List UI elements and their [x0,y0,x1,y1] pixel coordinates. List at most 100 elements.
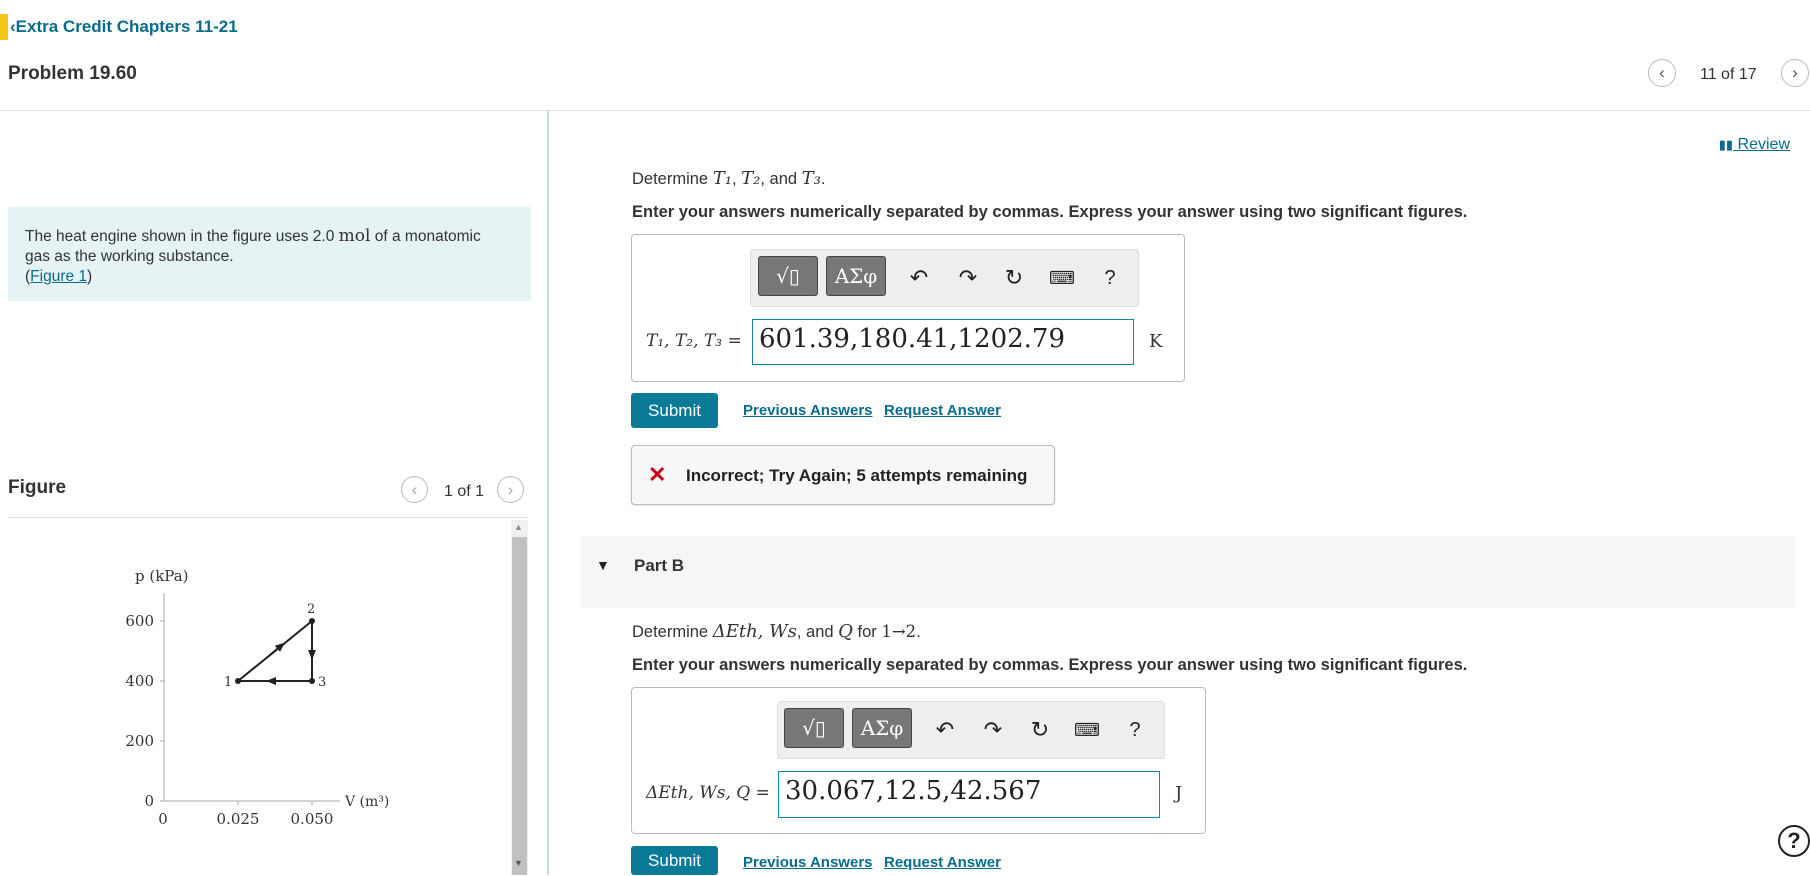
question-and: , and [760,170,802,188]
question-var-t1: T₁ [712,168,732,189]
question-end: . [916,623,921,641]
greek-label: ΑΣφ [834,264,878,288]
next-problem-button[interactable]: › [1781,59,1809,87]
top-header [0,0,1810,111]
templates-icon: √▯ [802,716,826,740]
part-b-title: Part B [634,556,685,575]
undo-icon[interactable]: ↶ [932,717,958,743]
part-a-feedback-text: Incorrect; Try Again; 5 attempts remaini… [686,466,1028,485]
part-a-instructions: Enter your answers numerically separated… [632,203,1468,221]
help-chat-icon[interactable]: ? [1778,825,1810,857]
problem-pager: 11 of 17 [1700,66,1757,83]
question-and: , and [796,623,839,641]
part-b-unit: J [1175,783,1183,804]
arrow-1-2 [269,642,286,656]
keyboard-icon[interactable]: ⌨ [1048,265,1076,291]
point-label-2: 2 [307,602,315,617]
info-unit: mol [338,226,371,246]
info-line-1: The heat engine shown in the figure uses… [25,228,339,245]
back-link-label: Extra Credit Chapters 11-21 [15,17,238,36]
greek-label: ΑΣφ [860,716,904,740]
pane-divider[interactable] [547,110,549,875]
question-var-t2: T₂ [741,168,761,189]
help-icon[interactable]: ? [1098,265,1122,291]
question-process: 1→2 [881,622,917,641]
templates-button[interactable]: √▯ [758,256,818,296]
help-icon[interactable]: ? [1123,717,1147,743]
point-label-3: 3 [318,675,326,690]
question-end: . [820,170,826,188]
next-figure-button[interactable]: › [497,476,524,503]
x-tick-label: 0.025 [217,810,260,828]
part-a-unit: K [1149,331,1163,352]
redo-icon[interactable]: ↷ [955,265,981,291]
greek-symbols-button[interactable]: ΑΣφ [826,256,886,296]
chevron-left-icon: ‹ [411,479,418,499]
review-label: Review [1737,136,1790,153]
part-a-previous-answers-link[interactable]: Previous Answers [743,402,873,419]
part-b-request-answer-link[interactable]: Request Answer [884,854,1001,871]
undo-icon[interactable]: ↶ [906,265,932,291]
question-sep: , [731,170,742,188]
y-tick-label: 0 [144,792,154,810]
templates-button[interactable]: √▯ [784,708,844,748]
question-var-q: Q [838,621,853,642]
accent-bar [0,14,8,40]
incorrect-x-icon: ✕ [648,462,667,487]
state-point-3 [309,678,315,684]
part-b-answer-input[interactable]: 30.067,12.5,42.567 [778,771,1160,818]
question-var-t3: T₃ [801,168,821,189]
part-a-answer-input[interactable]: 601.39,180.41,1202.79 [752,319,1134,365]
figure-label: Figure [8,477,67,498]
part-b-variable-label: ΔEth, Ws, Q = [646,783,770,803]
info-line-2: gas as the working substance. [25,248,234,265]
redo-icon[interactable]: ↷ [980,717,1006,743]
x-tick-label: 0.050 [291,810,334,828]
state-point-1 [235,678,241,684]
scroll-up-icon[interactable]: ▲ [514,522,523,532]
scroll-down-icon[interactable]: ▼ [514,858,523,868]
caret-down-icon[interactable]: ▼ [596,557,610,573]
part-a-request-answer-link[interactable]: Request Answer [884,402,1001,419]
x-axis-label: V (m³) [344,794,389,810]
chevron-right-icon: › [1792,63,1798,82]
part-a-variable-label: T₁, T₂, T₃ = [646,331,742,351]
y-tick-label: 400 [125,672,154,690]
back-link[interactable]: ‹Extra Credit Chapters 11-21 [10,17,238,37]
problem-title: Problem 19.60 [8,63,137,84]
question-vars: ΔEth, Ws [712,621,797,642]
reset-icon[interactable]: ↻ [1027,717,1053,743]
figure-pager: 1 of 1 [444,483,485,500]
part-b-question: Determine ΔEth, Ws, and Q for 1→2. [632,621,921,642]
keyboard-icon[interactable]: ⌨ [1073,717,1101,743]
state-point-2 [309,618,315,624]
greek-symbols-button[interactable]: ΑΣφ [852,708,912,748]
part-b-instructions: Enter your answers numerically separated… [632,656,1468,674]
info-line-1-end: of a monatomic [370,228,481,245]
book-icon: ▮▮ [1718,137,1734,152]
point-label-1: 1 [224,675,232,690]
question-prefix: Determine [632,170,713,188]
figure-link[interactable]: Figure 1 [30,268,87,285]
problem-info-text: The heat engine shown in the figure uses… [25,226,481,285]
x-tick-label: 0 [158,810,168,828]
y-tick-label: 200 [125,732,154,750]
question-for: for [852,623,882,641]
review-link[interactable]: ▮▮ Review [1719,136,1790,154]
y-tick-label: 600 [125,612,154,630]
reset-icon[interactable]: ↻ [1001,265,1027,291]
figure-scroll-thumb[interactable] [512,537,527,875]
question-prefix: Determine [632,623,713,641]
chevron-right-icon: › [507,479,514,499]
prev-problem-button[interactable]: ‹ [1648,59,1676,87]
part-b-header[interactable] [580,536,1795,608]
part-b-previous-answers-link[interactable]: Previous Answers [743,854,873,871]
prev-figure-button[interactable]: ‹ [401,476,428,503]
part-a-submit-button[interactable]: Submit [631,393,718,428]
part-b-submit-button[interactable]: Submit [631,846,718,875]
pv-diagram: p (kPa) 600 400 200 0 0 0.025 0.050 V (m… [125,567,389,828]
part-a-question: Determine T₁, T₂, and T₃. [632,168,825,189]
templates-icon: √▯ [776,264,800,288]
y-axis-label: p (kPa) [135,567,189,585]
chevron-left-icon: ‹ [1659,63,1665,82]
